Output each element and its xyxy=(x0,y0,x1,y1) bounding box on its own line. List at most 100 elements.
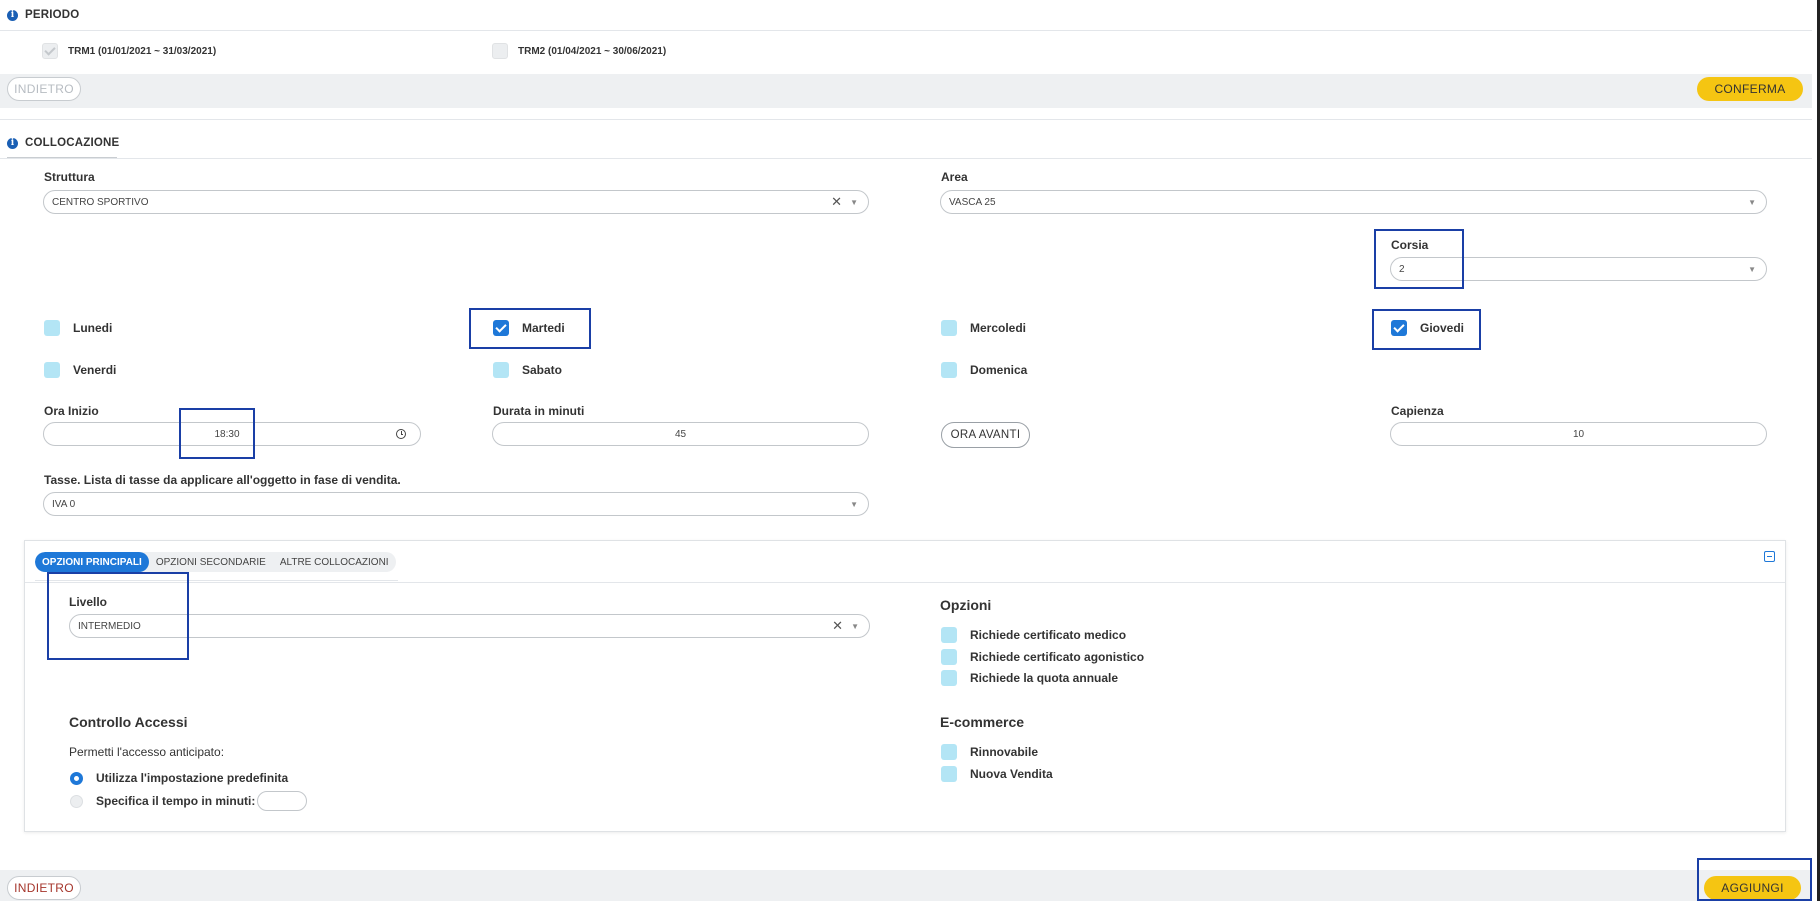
day-venerdi[interactable]: Venerdi xyxy=(44,362,116,378)
tab-opzioni-principali[interactable]: OPZIONI PRINCIPALI xyxy=(35,552,149,572)
day-martedi[interactable]: Martedi xyxy=(493,320,565,336)
opzione-quota-annuale[interactable]: Richiede la quota annuale xyxy=(941,670,1118,686)
venerdi-checkbox[interactable] xyxy=(44,362,60,378)
livello-select[interactable]: INTERMEDIO ✕ ▼ xyxy=(69,614,870,638)
corsia-label: Corsia xyxy=(1391,238,1429,252)
opzione-certificato-agonistico[interactable]: Richiede certificato agonistico xyxy=(941,649,1144,665)
divider xyxy=(0,158,1812,159)
footer-action-bar xyxy=(0,870,1812,901)
options-panel xyxy=(24,540,1786,832)
divider xyxy=(25,582,1785,583)
periodo-header: i PERIODO xyxy=(7,9,79,21)
chevron-down-icon: ▼ xyxy=(851,621,859,631)
minutes-input[interactable] xyxy=(257,791,308,811)
chevron-down-icon: ▼ xyxy=(850,499,858,509)
corsia-value: 2 xyxy=(1399,263,1405,275)
venerdi-label: Venerdi xyxy=(73,363,117,377)
rinnovabile-checkbox[interactable] xyxy=(941,744,957,760)
trm1-checkbox[interactable] xyxy=(42,43,58,59)
tab-altre-collocazioni[interactable]: ALTRE COLLOCAZIONI xyxy=(273,552,396,572)
durata-label: Durata in minuti xyxy=(493,404,585,418)
tab-opzioni-secondarie[interactable]: OPZIONI SECONDARIE xyxy=(149,552,273,572)
collocazione-title: COLLOCAZIONE xyxy=(25,137,120,149)
tasse-label: Tasse. Lista di tasse da applicare all'o… xyxy=(44,473,401,487)
ecommerce-nuova-vendita[interactable]: Nuova Vendita xyxy=(941,766,1053,782)
struttura-value: CENTRO SPORTIVO xyxy=(52,196,149,208)
divider xyxy=(0,119,1812,120)
day-mercoledi[interactable]: Mercoledi xyxy=(941,320,1026,336)
ora-inizio-label: Ora Inizio xyxy=(44,404,99,418)
options-tabs: OPZIONI PRINCIPALI OPZIONI SECONDARIE AL… xyxy=(35,552,396,572)
opzione-label: Richiede certificato agonistico xyxy=(970,650,1145,664)
martedi-checkbox[interactable] xyxy=(493,320,509,336)
durata-input[interactable]: 45 xyxy=(492,422,869,446)
giovedi-label: Giovedi xyxy=(1420,321,1465,335)
info-icon: i xyxy=(7,137,18,149)
capienza-label: Capienza xyxy=(1391,404,1444,418)
radio-button[interactable] xyxy=(70,794,83,808)
area-select[interactable]: VASCA 25 ▼ xyxy=(940,190,1767,214)
ora-avanti-button[interactable]: ORA AVANTI xyxy=(941,422,1030,448)
radio-tempo-minuti[interactable]: Specifica il tempo in minuti: xyxy=(70,791,308,811)
quota-annuale-checkbox[interactable] xyxy=(941,670,957,686)
martedi-label: Martedi xyxy=(522,321,565,335)
livello-label: Livello xyxy=(69,595,108,609)
opzione-label: Richiede certificato medico xyxy=(970,628,1127,642)
controllo-accessi-title: Controllo Accessi xyxy=(69,714,188,730)
footer-back-button[interactable]: INDIETRO xyxy=(7,876,81,900)
struttura-label: Struttura xyxy=(44,170,95,184)
clear-icon[interactable]: ✕ xyxy=(831,194,842,210)
chevron-down-icon: ▼ xyxy=(850,197,858,207)
area-label: Area xyxy=(941,170,968,184)
mercoledi-checkbox[interactable] xyxy=(941,320,957,336)
opzioni-title: Opzioni xyxy=(940,597,992,613)
day-giovedi[interactable]: Giovedi xyxy=(1391,320,1464,336)
giovedi-checkbox[interactable] xyxy=(1391,320,1407,336)
capienza-value: 10 xyxy=(1572,428,1585,440)
radio-label: Specifica il tempo in minuti: xyxy=(96,794,256,808)
clock-icon[interactable] xyxy=(396,429,406,439)
ora-inizio-value: 18:30 xyxy=(214,428,240,440)
domenica-checkbox[interactable] xyxy=(941,362,957,378)
chevron-down-icon: ▼ xyxy=(1748,264,1756,274)
opzione-certificato-medico[interactable]: Richiede certificato medico xyxy=(941,627,1126,643)
sabato-checkbox[interactable] xyxy=(493,362,509,378)
day-lunedi[interactable]: Lunedi xyxy=(44,320,112,336)
divider xyxy=(0,30,1812,31)
periodo-action-bar xyxy=(0,74,1812,108)
info-icon: i xyxy=(7,9,18,21)
mercoledi-label: Mercoledi xyxy=(970,321,1027,335)
tasse-select[interactable]: IVA 0 ▼ xyxy=(43,492,869,516)
day-sabato[interactable]: Sabato xyxy=(493,362,562,378)
certificato-medico-checkbox[interactable] xyxy=(941,627,957,643)
trm2-checkbox[interactable] xyxy=(492,43,508,59)
struttura-select[interactable]: CENTRO SPORTIVO ✕ ▼ xyxy=(43,190,869,214)
add-button[interactable]: AGGIUNGI xyxy=(1704,876,1801,900)
sabato-label: Sabato xyxy=(522,363,563,377)
certificato-agonistico-checkbox[interactable] xyxy=(941,649,957,665)
confirm-button[interactable]: CONFERMA xyxy=(1697,77,1803,101)
radio-label: Utilizza l'impostazione predefinita xyxy=(96,771,289,785)
corsia-select[interactable]: 2 ▼ xyxy=(1390,257,1767,281)
periodo-back-button[interactable]: INDIETRO xyxy=(7,77,81,101)
opzione-label: Richiede la quota annuale xyxy=(970,671,1119,685)
period-item-trm1[interactable]: TRM1 (01/01/2021 ~ 31/03/2021) xyxy=(42,43,216,59)
lunedi-checkbox[interactable] xyxy=(44,320,60,336)
livello-value: INTERMEDIO xyxy=(78,620,141,632)
accesso-anticipato-label: Permetti l'accesso anticipato: xyxy=(69,745,225,759)
collapse-icon[interactable] xyxy=(1764,551,1775,562)
nuova-vendita-checkbox[interactable] xyxy=(941,766,957,782)
clear-icon[interactable]: ✕ xyxy=(832,618,843,634)
radio-button[interactable] xyxy=(70,771,83,785)
capienza-input[interactable]: 10 xyxy=(1390,422,1767,446)
trm2-label: TRM2 (01/04/2021 ~ 30/06/2021) xyxy=(518,45,667,57)
ecommerce-rinnovabile[interactable]: Rinnovabile xyxy=(941,744,1038,760)
period-item-trm2[interactable]: TRM2 (01/04/2021 ~ 30/06/2021) xyxy=(492,43,666,59)
ecommerce-title: E-commerce xyxy=(940,714,1025,730)
tabs-underline xyxy=(35,580,398,581)
ora-inizio-input[interactable]: 18:30 xyxy=(43,422,421,446)
durata-value: 45 xyxy=(674,428,687,440)
radio-impostazione-predefinita[interactable]: Utilizza l'impostazione predefinita xyxy=(70,771,288,785)
trm1-label: TRM1 (01/01/2021 ~ 31/03/2021) xyxy=(68,45,217,57)
day-domenica[interactable]: Domenica xyxy=(941,362,1027,378)
